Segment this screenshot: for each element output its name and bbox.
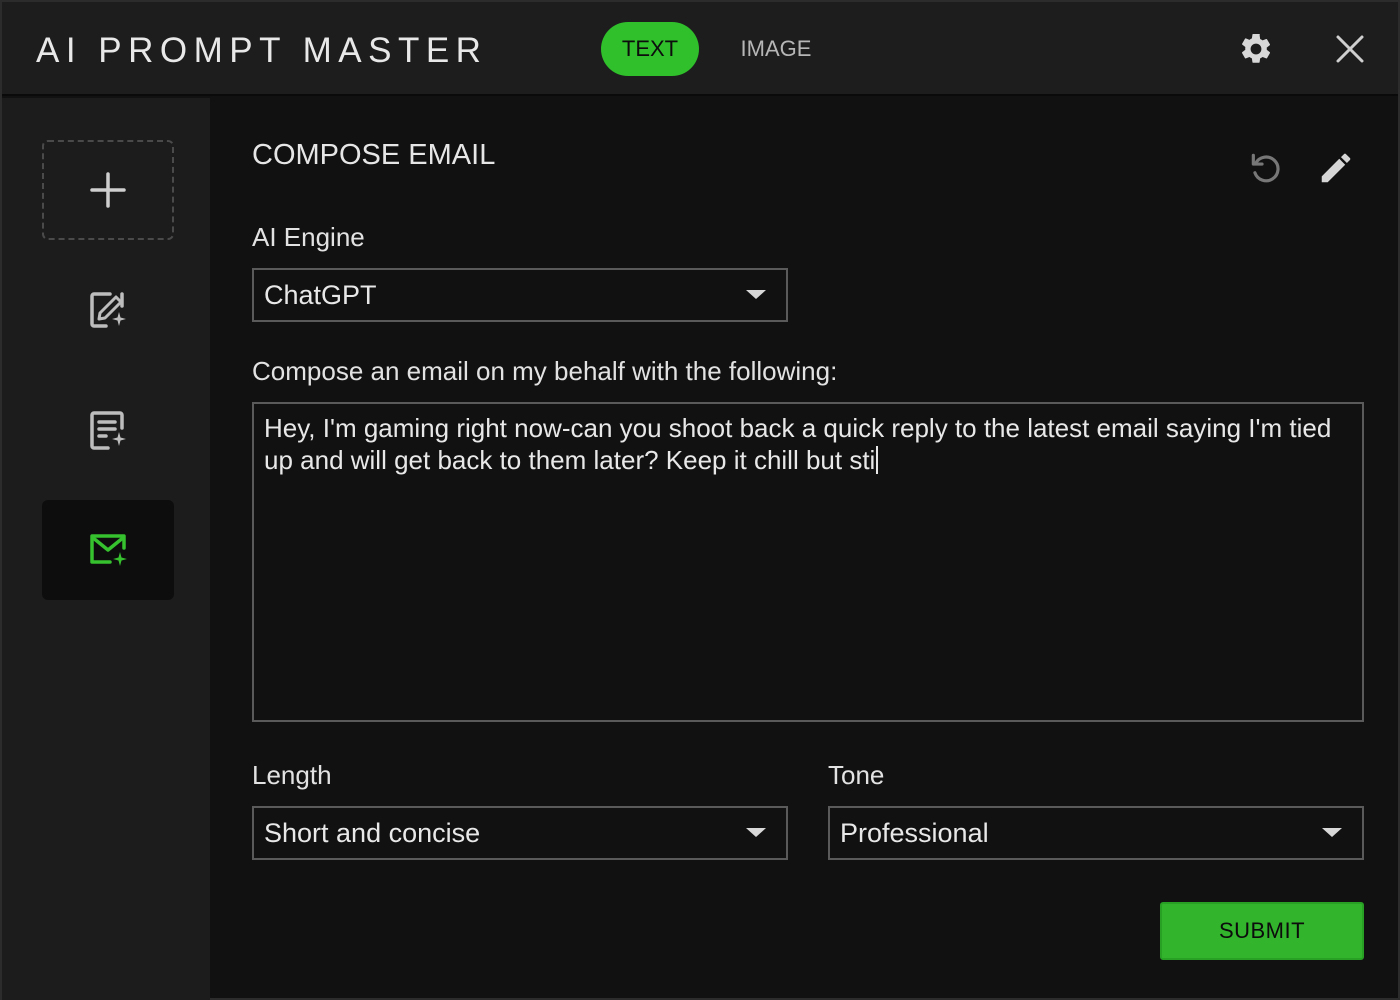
page-title: COMPOSE EMAIL [252,139,496,171]
title-bar: AI PROMPT MASTER TEXT IMAGE [2,2,1398,96]
ai-engine-select[interactable]: ChatGPT [252,268,788,322]
close-icon[interactable] [1329,28,1371,70]
prompt-text: Hey, I'm gaming right now-can you shoot … [264,413,1332,475]
prompt-textarea[interactable]: Hey, I'm gaming right now-can you shoot … [252,402,1364,722]
gear-icon[interactable] [1235,28,1277,70]
sidebar-item-edit[interactable] [42,260,174,360]
ai-engine-label: AI Engine [252,222,365,252]
tone-select[interactable]: Professional [828,806,1364,860]
chevron-down-icon [1322,828,1342,837]
chevron-down-icon [746,828,766,837]
text-cursor [876,446,879,474]
main-panel: COMPOSE EMAIL AI Engine ChatGPT Compose … [210,98,1400,1000]
sidebar-item-document[interactable] [42,380,174,480]
pencil-icon[interactable] [1316,148,1356,188]
sidebar-item-add[interactable] [42,140,174,240]
length-value: Short and concise [264,818,481,848]
ai-engine-value: ChatGPT [264,280,377,310]
app-window: AI PROMPT MASTER TEXT IMAGE COMPOSE EMAI… [0,0,1400,1000]
mail-sparkle-icon [90,534,127,566]
edit-sparkle-icon [90,292,126,328]
reset-icon[interactable] [1246,148,1286,188]
length-label: Length [252,760,332,790]
sidebar [2,98,210,1000]
plus-icon [90,172,126,208]
document-sparkle-icon [90,411,126,450]
submit-button[interactable]: SUBMIT [1160,902,1364,960]
tone-value: Professional [840,818,989,848]
tab-image[interactable]: IMAGE [728,22,824,76]
sidebar-item-email[interactable] [42,500,174,600]
chevron-down-icon [746,290,766,299]
tone-label: Tone [828,760,885,790]
tab-text[interactable]: TEXT [601,22,699,76]
app-title: AI PROMPT MASTER [36,31,488,70]
prompt-label: Compose an email on my behalf with the f… [252,356,838,386]
length-select[interactable]: Short and concise [252,806,788,860]
